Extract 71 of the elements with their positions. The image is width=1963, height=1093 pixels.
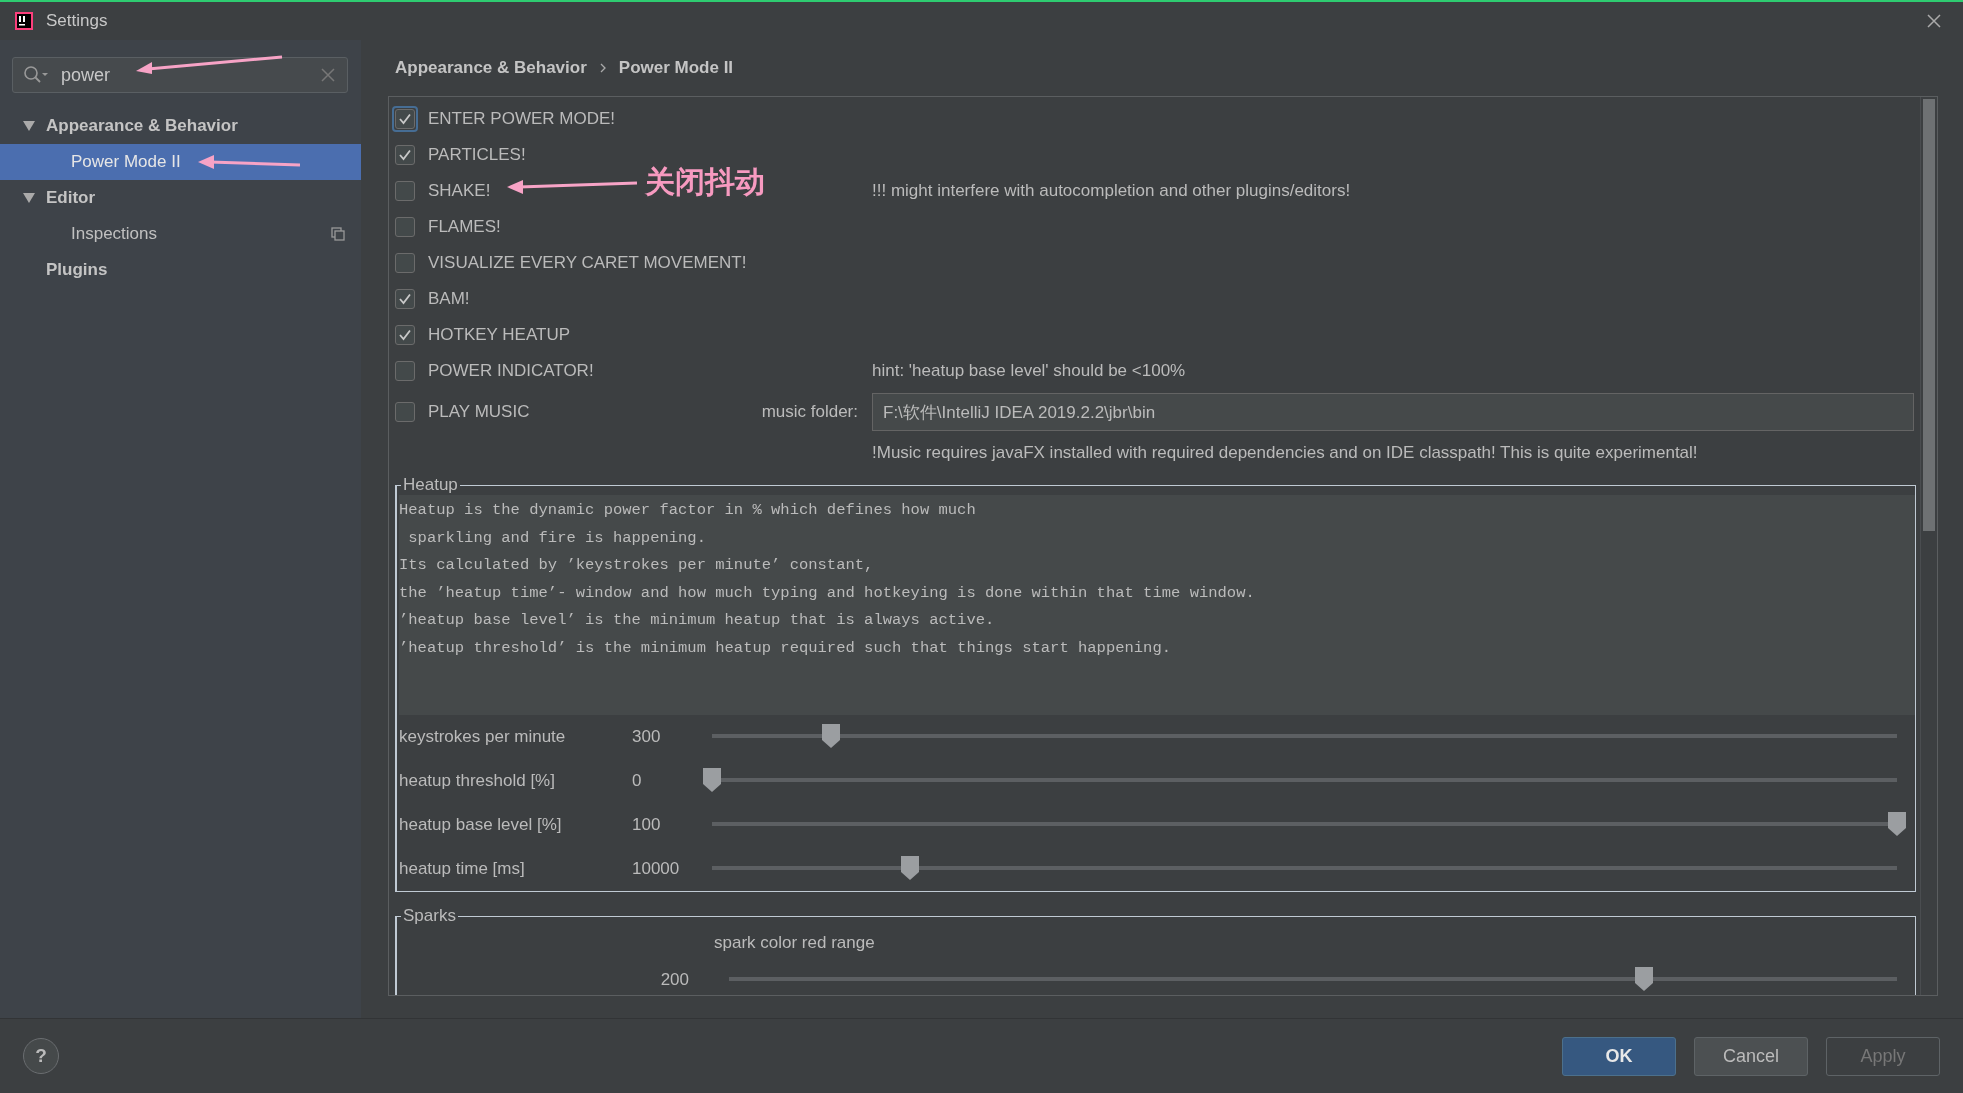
dialog-button[interactable]: Cancel [1694,1036,1808,1076]
description-line: ’heatup base level’ is the minimum heatup that is always active. [399,610,996,631]
checkbox[interactable] [395,402,415,422]
description-line: ’heatup threshold’ is the minimum heatup required such that things start happening. [399,637,1173,659]
checkbox[interactable] [395,145,415,165]
slider-value: 0 [632,771,643,791]
description-line: sparkling and fire is happening. [407,527,707,549]
scrollbar-thumb[interactable] [1923,99,1935,531]
tree-item[interactable]: Plugins [0,252,361,288]
checkmark-icon [398,112,412,126]
app-logo-icon [14,11,34,31]
expand-triangle-icon[interactable] [22,119,36,133]
chevron-icon [598,63,607,73]
checkbox[interactable] [395,361,415,381]
tree-item[interactable]: Appearance & Behavior [0,108,361,144]
tree-item[interactable]: Power Mode II [0,144,361,180]
search-input[interactable]: power [61,64,309,86]
option-label: FLAMES! [428,217,501,237]
option-label: PLAY MUSIC [428,402,530,422]
group-title: Heatup [402,475,459,495]
tree-item[interactable]: Inspections [0,216,361,252]
dialog-button[interactable]: OK [1562,1036,1676,1076]
slider-thumb[interactable] [820,723,841,749]
option-label: POWER INDICATOR! [428,361,594,381]
slider-value: 200 [659,970,690,990]
option-label: PARTICLES! [428,145,526,165]
slider-thumb[interactable] [1887,811,1907,837]
option-label: VISUALIZE EVERY CARET MOVEMENT! [428,253,747,273]
slider-thumb[interactable] [899,855,920,881]
checkbox[interactable] [395,217,415,237]
slider-label: heatup threshold [%] [399,771,556,791]
search-icon [23,65,49,85]
checkbox[interactable] [395,289,415,309]
hint-text: hint: 'heatup base level' should be <100% [872,361,1186,381]
slider-label: spark color red range [714,933,875,953]
option-label: BAM! [428,289,470,309]
tree-item[interactable]: Editor [0,180,361,216]
window-title: Settings [46,11,108,31]
copy-icon [331,227,345,241]
description-line: Heatup is the dynamic power factor in % which defines how much [399,500,977,521]
slider-value: 100 [632,815,662,835]
close-icon[interactable] [1927,14,1941,28]
slider-thumb[interactable] [1633,966,1654,992]
slider-label: heatup base level [%] [399,815,563,835]
expand-triangle-icon[interactable] [22,191,36,205]
option-label: HOTKEY HEATUP [428,325,570,345]
breadcrumb-item: Appearance & Behavior [395,58,587,78]
description-line: Its calculated by ’keystrokes per minute’ constant, [399,555,875,576]
annotation-text: 关闭抖动 [645,163,765,201]
hint-text: !!! might interfere with autocompletion and other plugins/editors! [872,181,1351,201]
option-label: ENTER POWER MODE! [428,109,615,129]
slider-label: heatup time [ms] [399,859,526,879]
field-label: music folder: [761,402,858,422]
search-field[interactable]: power [12,57,348,93]
checkmark-icon [398,292,412,306]
group-title: Sparks [402,906,457,926]
slider-value: 300 [632,727,662,747]
checkmark-icon [398,148,412,162]
checkbox[interactable] [395,253,415,273]
help-button[interactable]: ? [23,1038,59,1074]
slider-label: keystrokes per minute [399,727,567,747]
breadcrumb-item: Power Mode II [618,58,734,78]
slider-value: 10000 [632,859,681,879]
slider-thumb[interactable] [702,767,722,793]
checkbox[interactable] [395,181,415,201]
folder-input[interactable]: F:\软件\IntelliJ IDEA 2019.2.2\jbr\bin [872,393,1914,431]
option-label: SHAKE! [428,181,491,201]
hint-text: !Music requires javaFX installed with required dependencies and on IDE classpath! This is quite experimental! [872,443,1698,463]
checkmark-icon [398,328,412,342]
description-line: the ’heatup time’- window and how much typing and hotkeying is done within that time window. [399,582,1256,604]
checkbox[interactable] [395,325,415,345]
